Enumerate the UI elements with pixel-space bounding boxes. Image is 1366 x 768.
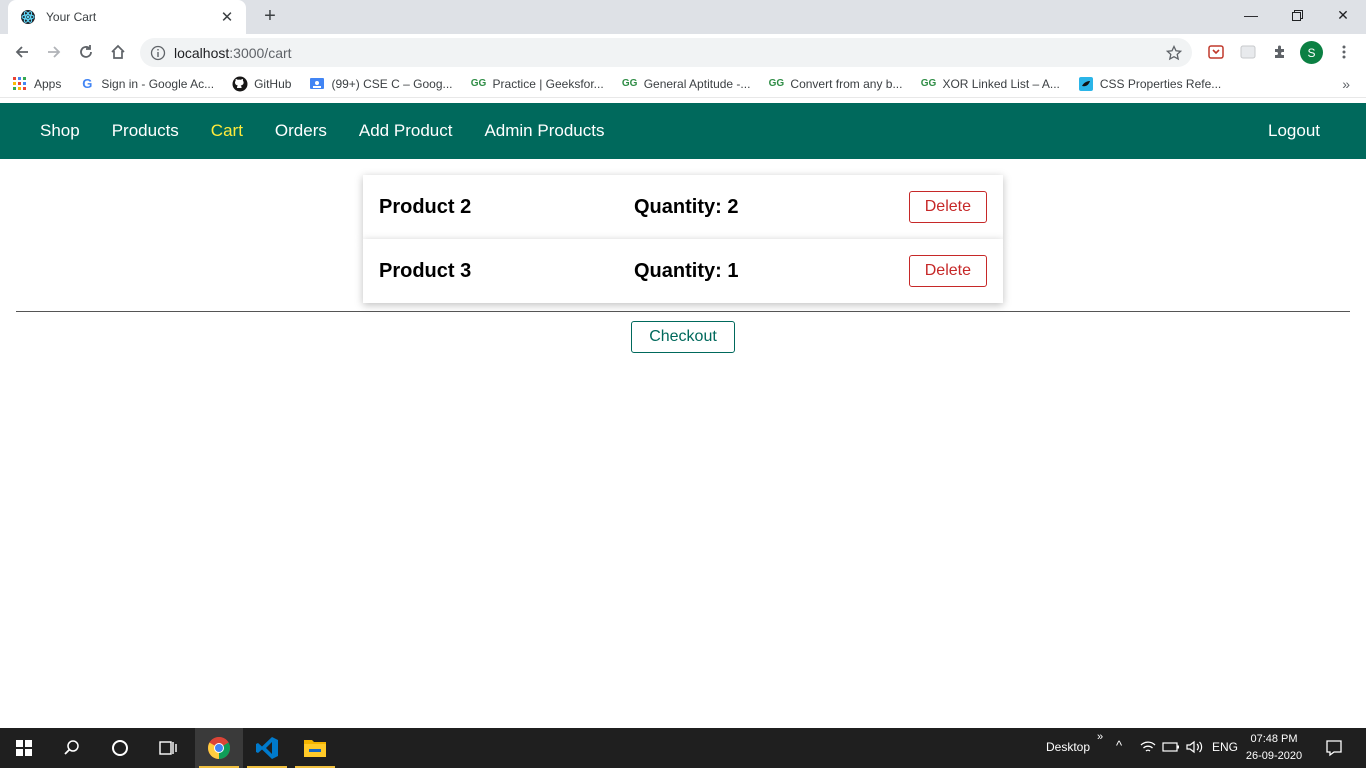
windows-start-icon[interactable] [0, 728, 48, 768]
geeksforgeeks-icon: GG [768, 78, 785, 89]
volume-icon[interactable] [1186, 740, 1204, 757]
bookmark-label: General Aptitude -... [643, 76, 751, 91]
cart-item-quantity: Quantity: 2 [634, 195, 739, 218]
bookmark-gfg-convert[interactable]: GG Convert from any b... [768, 76, 903, 92]
site-info-icon[interactable] [150, 45, 166, 61]
apps-grid-icon [12, 76, 28, 92]
extensions-puzzle-icon[interactable] [1268, 40, 1292, 64]
back-arrow-icon[interactable] [8, 38, 36, 66]
cart-item: Product 3 Quantity: 1 Delete [363, 239, 1003, 303]
google-icon: G [82, 76, 93, 91]
bookmark-label: CSS Properties Refe... [1099, 76, 1222, 91]
delete-button[interactable]: Delete [908, 191, 987, 223]
geeksforgeeks-icon: GG [621, 78, 638, 89]
browser-tab-strip: Your Cart ✕ + — ✕ [0, 0, 1366, 34]
window-close-icon[interactable]: ✕ [1320, 0, 1366, 30]
tray-expand-chevron-icon[interactable]: ^ [1116, 738, 1122, 753]
chrome-menu-icon[interactable] [1332, 40, 1356, 64]
bookmark-label: (99+) CSE C – Goog... [331, 76, 453, 91]
cart-list: Product 2 Quantity: 2 Delete Product 3 Q… [363, 175, 1003, 303]
bookmark-label: GitHub [254, 76, 292, 91]
file-explorer-taskbar-icon[interactable] [291, 728, 339, 768]
battery-icon[interactable] [1162, 740, 1180, 757]
bookmark-gfg-aptitude[interactable]: GG General Aptitude -... [622, 76, 751, 92]
tab-title: Your Cart [46, 10, 97, 24]
cart-item-name: Product 3 [379, 259, 472, 282]
nav-products[interactable]: Products [112, 121, 179, 141]
profile-avatar[interactable]: S [1300, 41, 1323, 64]
clock-date: 26-09-2020 [1245, 750, 1303, 762]
google-classroom-icon [309, 76, 325, 92]
nav-shop[interactable]: Shop [40, 121, 80, 141]
desktop-overflow-chevron-icon[interactable]: » [1097, 731, 1103, 743]
cart-divider [16, 311, 1350, 312]
vscode-taskbar-icon[interactable] [243, 728, 291, 768]
logout-button[interactable]: Logout [1268, 121, 1320, 141]
browser-tab[interactable]: Your Cart ✕ [8, 0, 246, 34]
cart-item-quantity: Quantity: 1 [634, 259, 739, 282]
nav-orders[interactable]: Orders [275, 121, 327, 141]
action-center-notification-icon[interactable] [1312, 728, 1356, 768]
css-reference-icon [1078, 76, 1094, 92]
bookmark-label: Convert from any b... [790, 76, 903, 91]
bookmarks-bar: Apps G Sign in - Google Ac... GitHub (99… [0, 70, 1366, 98]
cart-item: Product 2 Quantity: 2 Delete [363, 175, 1003, 239]
github-icon [232, 76, 248, 92]
main-header: Shop Products Cart Orders Add Product Ad… [0, 103, 1366, 159]
bookmark-gfg-practice[interactable]: GG Practice | Geeksfor... [471, 76, 604, 92]
reload-icon[interactable] [72, 38, 100, 66]
bookmark-label: Apps [34, 76, 62, 91]
restore-icon[interactable] [1274, 0, 1320, 30]
bookmarks-overflow-chevron-icon[interactable]: » [1342, 76, 1350, 92]
taskbar-clock[interactable]: 07:48 PM 26-09-2020 [1244, 731, 1304, 765]
url-path: :3000/cart [229, 44, 292, 61]
desktop-toolbar-label[interactable]: Desktop [1046, 740, 1090, 754]
new-tab-plus-icon[interactable]: + [258, 4, 282, 28]
cart-item-name: Product 2 [379, 195, 472, 218]
windows-taskbar: Desktop » ^ ENG 07:48 PM 26-09-2020 [0, 728, 1366, 768]
home-icon[interactable] [104, 38, 132, 66]
bookmark-apps[interactable]: Apps [12, 76, 61, 92]
bookmark-star-icon[interactable] [1164, 43, 1184, 63]
nav-cart[interactable]: Cart [211, 121, 243, 141]
chrome-taskbar-icon[interactable] [195, 728, 243, 768]
checkout-button[interactable]: Checkout [631, 321, 735, 353]
browser-toolbar: localhost:3000/cart [0, 34, 1366, 70]
clock-time: 07:48 PM [1250, 733, 1298, 745]
address-bar[interactable]: localhost:3000/cart [140, 38, 1192, 67]
pocket-extension-icon[interactable] [1204, 40, 1228, 64]
react-favicon-icon [20, 9, 36, 25]
language-indicator[interactable]: ENG [1212, 740, 1238, 754]
bookmark-classroom[interactable]: (99+) CSE C – Goog... [309, 76, 453, 92]
url-text: localhost:3000/cart [174, 45, 1164, 61]
nav-admin-products[interactable]: Admin Products [484, 121, 604, 141]
url-host: localhost [174, 44, 230, 61]
bookmark-github[interactable]: GitHub [232, 76, 291, 92]
delete-button[interactable]: Delete [908, 255, 987, 287]
task-view-icon[interactable] [144, 728, 192, 768]
extension-placeholder-icon[interactable] [1236, 40, 1260, 64]
minimize-icon[interactable]: — [1228, 0, 1274, 30]
bookmark-google-signin[interactable]: G Sign in - Google Ac... [79, 76, 214, 92]
cortana-icon[interactable] [96, 728, 144, 768]
bookmark-gfg-xor[interactable]: GG XOR Linked List – A... [920, 76, 1060, 92]
tab-close-icon[interactable]: ✕ [218, 8, 236, 26]
search-icon[interactable] [48, 728, 96, 768]
bookmark-label: Sign in - Google Ac... [101, 76, 215, 91]
bookmark-css-reference[interactable]: CSS Properties Refe... [1078, 76, 1221, 92]
wifi-icon[interactable] [1140, 740, 1156, 757]
geeksforgeeks-icon: GG [920, 78, 937, 89]
geeksforgeeks-icon: GG [470, 78, 487, 89]
forward-arrow-icon[interactable] [40, 38, 68, 66]
bookmark-label: XOR Linked List – A... [942, 76, 1060, 91]
nav-add-product[interactable]: Add Product [359, 121, 453, 141]
bookmark-label: Practice | Geeksfor... [492, 76, 604, 91]
